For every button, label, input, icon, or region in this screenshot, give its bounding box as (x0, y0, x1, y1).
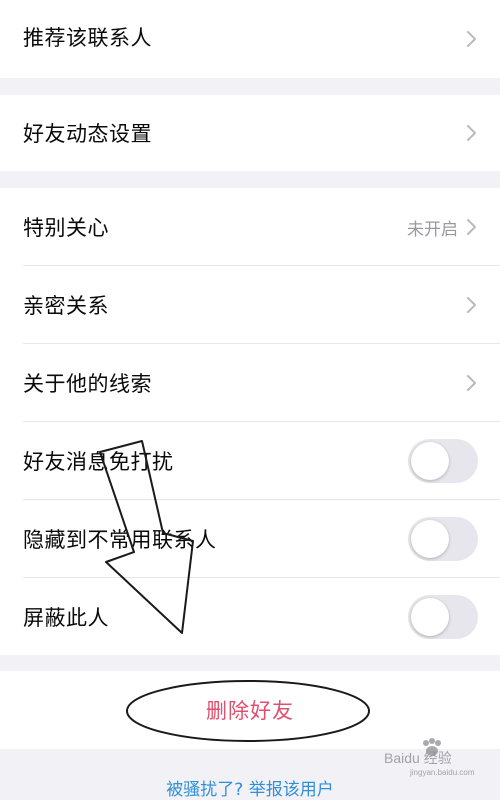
moments-settings-row[interactable]: 好友动态设置 (0, 95, 500, 171)
block-row: 屏蔽此人 (0, 578, 500, 656)
clues-row[interactable]: 关于他的线索 (0, 344, 500, 422)
paw-icon (423, 740, 429, 746)
mute-toggle-knob (411, 442, 449, 480)
special-care-right: 未开启 (407, 188, 480, 266)
special-care-label: 特别关心 (23, 216, 109, 240)
clues-chevron-wrap (464, 344, 480, 422)
contact-settings-group: 特别关心 未开启 亲密关系 关于他的线索 好友消息免打扰 隐藏到不常用联系人 屏… (0, 188, 500, 655)
recommend-contact-chevron-wrap (464, 0, 480, 78)
moments-settings-label: 好友动态设置 (23, 122, 152, 146)
recommend-contact-row[interactable]: 推荐该联系人 (0, 0, 500, 78)
intimacy-chevron-wrap (464, 266, 480, 344)
baidu-jingyan-watermark: Baidu 经验 jingyan.baidu.com (384, 738, 475, 777)
special-care-status: 未开启 (407, 219, 458, 240)
delete-friend-label: 删除好友 (206, 699, 294, 723)
recommend-contact-label: 推荐该联系人 (23, 26, 152, 50)
watermark-subtext: jingyan.baidu.com (409, 768, 475, 777)
moments-settings-chevron-wrap (464, 95, 480, 171)
chevron-right-icon (467, 125, 476, 141)
chevron-right-icon (467, 375, 476, 391)
block-label: 屏蔽此人 (23, 606, 109, 630)
hide-toggle[interactable] (408, 517, 478, 561)
clues-label: 关于他的线索 (23, 372, 152, 396)
mute-row: 好友消息免打扰 (0, 422, 500, 500)
block-toggle-knob (411, 598, 449, 636)
recommend-group: 推荐该联系人 (0, 0, 500, 78)
intimacy-row[interactable]: 亲密关系 (0, 266, 500, 344)
hide-label: 隐藏到不常用联系人 (23, 528, 217, 552)
chevron-right-icon (467, 31, 476, 47)
block-toggle[interactable] (408, 595, 478, 639)
mute-label: 好友消息免打扰 (23, 450, 174, 474)
chevron-right-icon (467, 219, 476, 235)
special-care-row[interactable]: 特别关心 未开启 (0, 188, 500, 266)
chevron-right-icon (467, 297, 476, 313)
intimacy-label: 亲密关系 (23, 294, 109, 318)
watermark-text: Baidu 经验 (384, 750, 452, 766)
mute-toggle[interactable] (408, 439, 478, 483)
hide-row: 隐藏到不常用联系人 (0, 500, 500, 578)
hide-toggle-knob (411, 520, 449, 558)
moments-group: 好友动态设置 (0, 95, 500, 171)
